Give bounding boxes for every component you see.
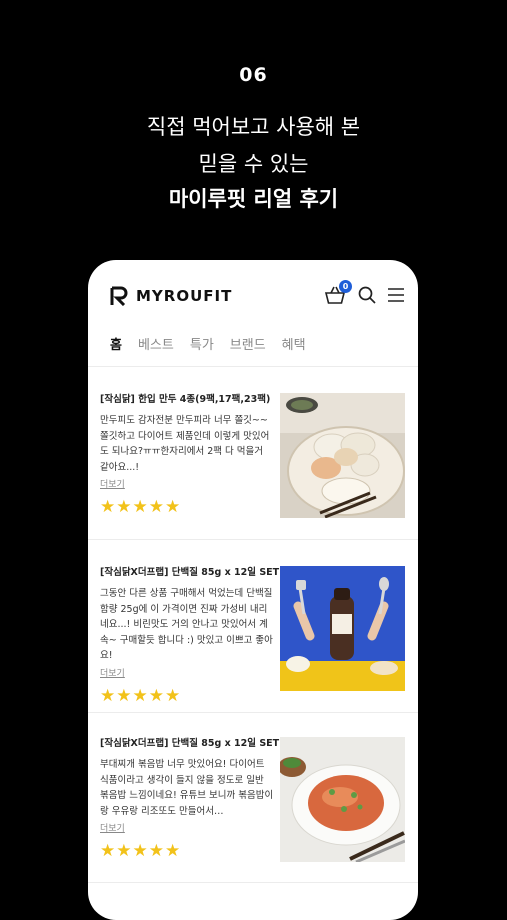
review-card[interactable]: [작심닭X더프랩] 단백질 85g x 12일 SET 부대찌개 볶음밥 너무 … — [100, 737, 405, 897]
brand-logo[interactable]: MYROUFIT — [110, 286, 232, 306]
brand-name: MYROUFIT — [136, 287, 233, 305]
star-rating: ★ ★ ★ ★ ★ — [100, 685, 274, 706]
cart-button[interactable]: 0 — [324, 280, 352, 305]
protein-shake-photo[interactable] — [280, 566, 405, 691]
tab-best[interactable]: 베스트 — [138, 334, 174, 353]
star-icon: ★ — [116, 841, 132, 861]
star-icon: ★ — [132, 685, 148, 706]
star-icon: ★ — [165, 841, 181, 861]
tab-benefits[interactable]: 혜택 — [282, 334, 306, 353]
header-divider — [88, 366, 418, 367]
cart-count-badge: 0 — [339, 280, 352, 293]
hero-headline: 마이루핏 리얼 후기 — [168, 187, 339, 211]
star-icon: ★ — [100, 685, 116, 706]
search-icon[interactable] — [358, 286, 376, 304]
hero-line-1: 직접 먹어보고 사용해 본 — [146, 115, 361, 139]
tab-special-price[interactable]: 특가 — [190, 334, 214, 353]
star-icon: ★ — [165, 685, 181, 706]
review-divider — [88, 712, 418, 713]
menu-icon[interactable] — [388, 288, 404, 302]
star-rating: ★ ★ ★ ★ ★ — [100, 499, 274, 516]
review-divider — [88, 882, 418, 883]
read-more-link[interactable]: 더보기 — [100, 821, 274, 834]
star-icon: ★ — [148, 841, 164, 861]
star-icon: ★ — [165, 497, 181, 517]
star-icon: ★ — [148, 685, 164, 706]
step-number: 06 — [239, 64, 268, 86]
review-card[interactable]: [작심닭] 한입 만두 4종(9팩,17팩,23팩) 만두피도 감자전분 만두피… — [100, 393, 405, 553]
read-more-link[interactable]: 더보기 — [100, 477, 274, 490]
review-title: [작심닭X더프랩] 단백질 85g x 12일 SET — [100, 567, 280, 578]
review-title: [작심닭] 한입 만두 4종(9팩,17팩,23팩) — [100, 394, 271, 405]
review-divider — [88, 539, 418, 540]
star-icon: ★ — [132, 841, 148, 861]
review-body: 그동안 다른 상품 구매해서 먹었는데 단백질 함량 25g에 이 가격이면 진… — [100, 588, 273, 661]
star-icon: ★ — [116, 497, 132, 517]
star-icon: ★ — [100, 497, 116, 517]
star-icon: ★ — [116, 685, 132, 706]
tab-brand[interactable]: 브랜드 — [230, 334, 266, 353]
brand-mark-icon — [110, 286, 128, 306]
review-body: 만두피도 감자전분 만두피라 너무 쫄깃~~ 쫄깃하고 다이어트 제품인데 이렇… — [100, 415, 270, 473]
hero-line-2: 믿을 수 있는 — [198, 152, 309, 176]
tab-home[interactable]: 홈 — [110, 334, 122, 353]
review-body: 부대찌개 볶음밥 너무 맛있어요! 다이어트 식품이라고 생각이 들지 않을 정… — [100, 759, 274, 817]
review-title: [작심닭X더프랩] 단백질 85g x 12일 SET — [100, 738, 280, 749]
star-rating: ★ ★ ★ ★ ★ — [100, 843, 274, 860]
app-header: MYROUFIT 0 — [88, 260, 418, 330]
review-card[interactable]: [작심닭X더프랩] 단백질 85g x 12일 SET 그동안 다른 상품 구매… — [100, 566, 405, 726]
read-more-link[interactable]: 더보기 — [100, 666, 274, 679]
dumpling-photo[interactable] — [280, 393, 405, 518]
fried-rice-photo[interactable] — [280, 737, 405, 862]
star-icon: ★ — [100, 841, 116, 861]
star-icon: ★ — [132, 497, 148, 517]
nav-tabs: 홈 베스트 특가 브랜드 혜택 — [110, 334, 306, 353]
star-icon: ★ — [148, 497, 164, 517]
phone-mockup: MYROUFIT 0 홈 베스트 특가 브랜드 혜택 [작심닭] 한입 만두 4… — [88, 260, 418, 920]
